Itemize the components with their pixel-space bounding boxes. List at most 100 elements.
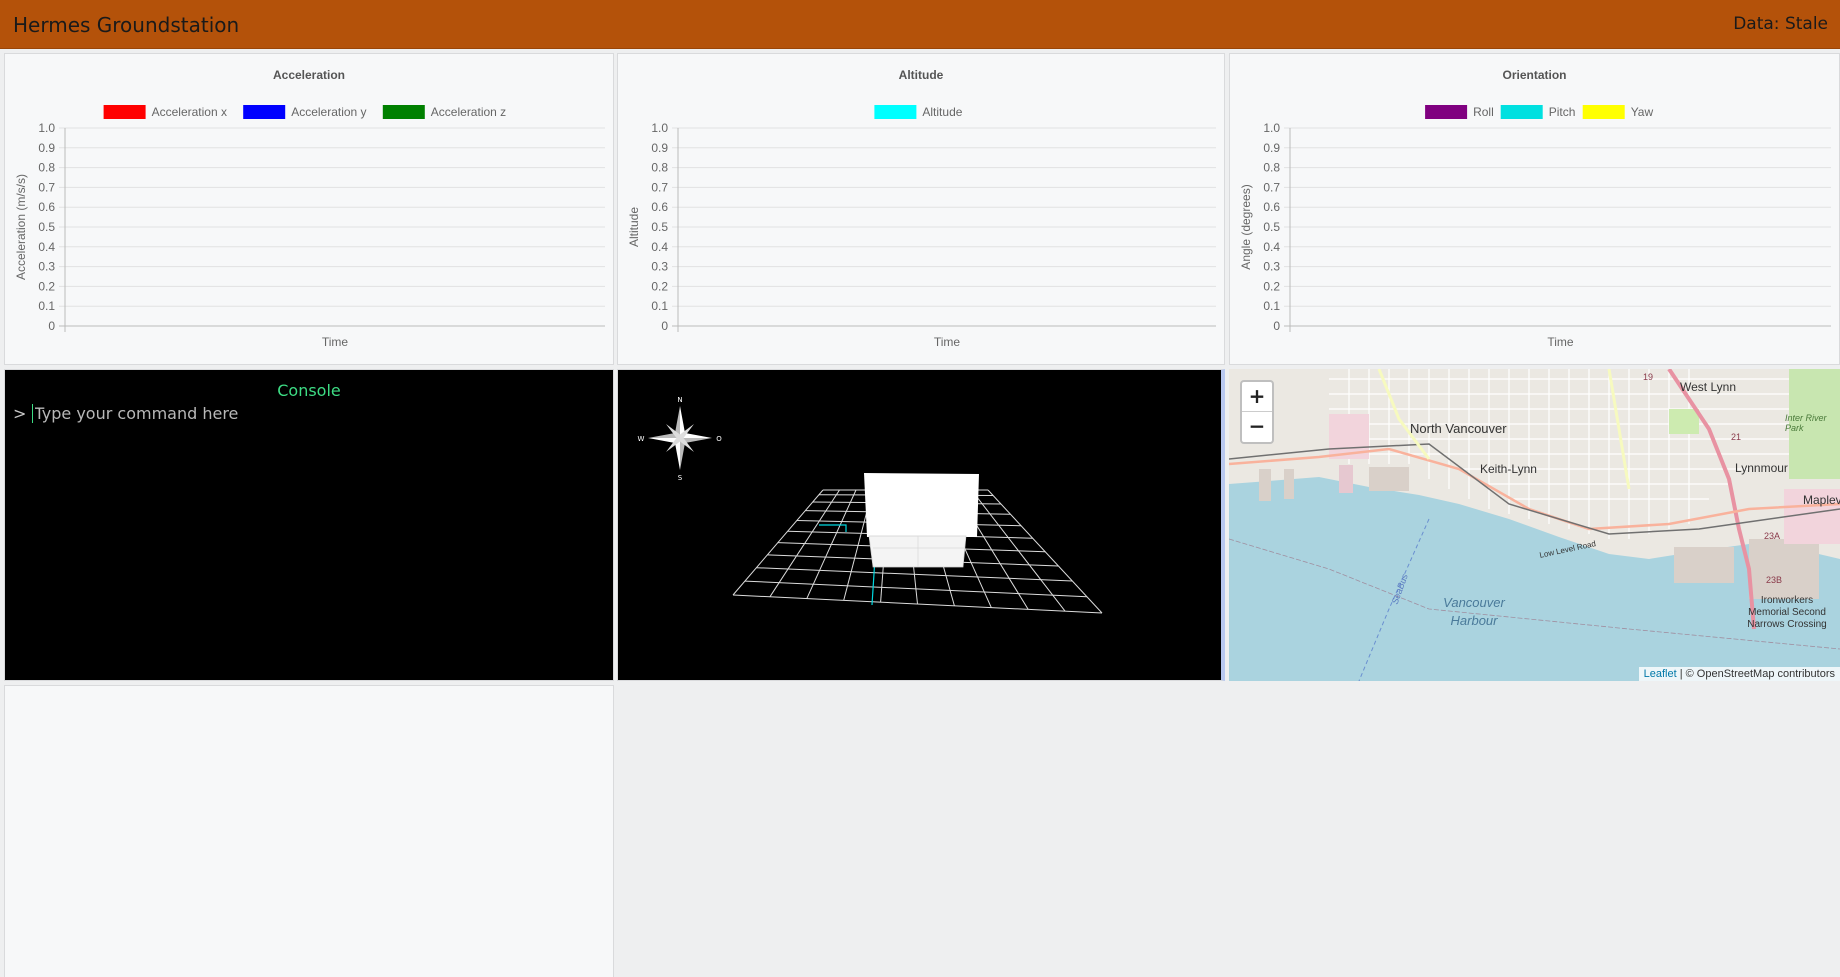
console-panel: Console > <box>4 369 614 681</box>
console-command-input[interactable] <box>31 404 435 423</box>
zoom-in-button[interactable]: + <box>1242 382 1272 412</box>
map-label-west-lynn: West Lynn <box>1680 380 1737 394</box>
map-tiles <box>1229 369 1840 681</box>
y-tick-label: 0.2 <box>1263 279 1280 293</box>
legend-label[interactable]: Yaw <box>1631 105 1654 119</box>
altitude-chart: Altitude Altitude 0 0.1 0.2 0.3 0.4 0.5 0.6 0.7 0.… <box>627 68 1216 349</box>
y-tick-label: 0.5 <box>1263 220 1280 234</box>
map-label-route-19: 19 <box>1643 372 1654 382</box>
orientation-chart-panel: Orientation Roll Pitch Yaw 0 0.1 0.2 0.3 0.4 0.5 0… <box>1229 53 1840 365</box>
y-tick-label: 0.1 <box>38 299 55 313</box>
y-axis-label: Angle (degrees) <box>1239 184 1253 269</box>
y-tick-label: 0.4 <box>651 240 668 254</box>
legend-label[interactable]: Altitude <box>922 105 962 119</box>
osm-attribution: | © OpenStreetMap contributors <box>1676 668 1835 680</box>
y-tick-label: 1.0 <box>651 121 668 135</box>
altitude-chart-panel: Altitude Altitude 0 0.1 0.2 0.3 0.4 0.5 0.6 0.7 0.… <box>617 53 1225 365</box>
y-tick-label: 0.2 <box>38 279 55 293</box>
y-tick-label: 0 <box>1273 319 1280 333</box>
y-tick-label: 0 <box>48 319 55 333</box>
console-prompt: > <box>13 404 27 423</box>
y-tick-label: 0.8 <box>651 161 668 175</box>
app-title: Hermes Groundstation <box>13 13 240 37</box>
y-tick-label: 0 <box>661 319 668 333</box>
orientation-chart: Orientation Roll Pitch Yaw 0 0.1 0.2 0.3 0.4 0.5 0… <box>1239 68 1831 349</box>
console-line: > <box>13 404 435 423</box>
y-tick-label: 0.5 <box>651 220 668 234</box>
y-axis-label: Acceleration (m/s/s) <box>14 174 28 280</box>
compass-north: N <box>677 396 682 404</box>
legend-label[interactable]: Acceleration y <box>291 105 366 119</box>
console-title: Console <box>277 381 341 400</box>
chart-title: Acceleration <box>273 68 345 82</box>
y-tick-label: 0.6 <box>38 200 55 214</box>
map-label-route-21: 21 <box>1731 432 1742 442</box>
orientation-3d-view[interactable]: N S W O <box>617 369 1225 681</box>
data-status: Data: Stale <box>1733 14 1828 34</box>
chart-title: Altitude <box>899 68 944 82</box>
app-header: Hermes Groundstation Data: Stale <box>0 0 1840 49</box>
zoom-out-button[interactable]: − <box>1242 412 1272 441</box>
acceleration-chart: Acceleration Acceleration x Acceleration y… <box>14 68 605 349</box>
legend-label[interactable]: Roll <box>1473 105 1494 119</box>
y-tick-label: 0.6 <box>1263 200 1280 214</box>
map-label-vancouver-harbour: Vancouver Harbour <box>1443 595 1505 628</box>
map-label-ironworkers: Ironworkers Memorial Second Narrows Cros… <box>1747 595 1827 630</box>
map-label-route-23b: 23B <box>1766 575 1783 585</box>
grid-line <box>744 580 1087 598</box>
rocket-3d-scene: N S W O <box>638 396 1103 614</box>
map-label-keith-lynn: Keith-Lynn <box>1480 462 1537 476</box>
y-tick-label: 0.5 <box>38 220 55 234</box>
acceleration-chart-panel: Acceleration Acceleration x Acceleration y… <box>4 53 614 365</box>
x-axis-label: Time <box>934 335 961 349</box>
y-tick-label: 0.9 <box>38 141 55 155</box>
legend-swatch <box>1582 105 1625 119</box>
y-tick-label: 0.3 <box>38 260 55 274</box>
y-tick-label: 0.1 <box>1263 299 1280 313</box>
legend-swatch <box>874 105 917 119</box>
y-tick-label: 0.7 <box>38 180 55 194</box>
y-tick-label: 0.8 <box>38 161 55 175</box>
x-axis-label: Time <box>1547 335 1574 349</box>
y-tick-label: 0.8 <box>1263 161 1280 175</box>
compass-rose-icon: N S W O <box>638 396 723 482</box>
compass-south: S <box>678 474 683 482</box>
x-axis-label: Time <box>322 335 349 349</box>
map-zoom-control: + − <box>1240 380 1274 444</box>
y-tick-label: 0.7 <box>1263 180 1280 194</box>
legend-swatch <box>1425 105 1468 119</box>
rocket-body <box>864 473 979 568</box>
legend-swatch <box>103 105 146 119</box>
legend-label[interactable]: Acceleration z <box>431 105 506 119</box>
compass-west: W <box>638 435 645 443</box>
y-tick-label: 0.6 <box>651 200 668 214</box>
map-label-lynnmour: Lynnmour <box>1735 461 1788 475</box>
y-tick-label: 0.1 <box>651 299 668 313</box>
legend-swatch <box>1500 105 1543 119</box>
grid-line <box>732 594 1103 614</box>
map-label-route-23a: 23A <box>1764 531 1781 541</box>
y-tick-label: 0.7 <box>651 180 668 194</box>
legend-swatch <box>382 105 425 119</box>
y-tick-label: 1.0 <box>38 121 55 135</box>
y-tick-label: 0.4 <box>1263 240 1280 254</box>
map-attribution: Leaflet | © OpenStreetMap contributors <box>1638 667 1840 681</box>
y-tick-label: 0.3 <box>1263 260 1280 274</box>
y-tick-label: 0.9 <box>1263 141 1280 155</box>
empty-panel-left <box>4 685 614 977</box>
map-view[interactable]: North Vancouver West Lynn Keith-Lynn Lyn… <box>1229 369 1840 681</box>
legend-label[interactable]: Pitch <box>1549 105 1576 119</box>
map-label-north-vancouver: North Vancouver <box>1410 421 1507 436</box>
y-tick-label: 1.0 <box>1263 121 1280 135</box>
y-tick-label: 0.3 <box>651 260 668 274</box>
y-tick-label: 0.9 <box>651 141 668 155</box>
legend-label[interactable]: Acceleration x <box>152 105 227 119</box>
legend-swatch <box>243 105 286 119</box>
y-axis-label: Altitude <box>627 207 641 247</box>
map-label-maplev: Maplev <box>1803 493 1840 507</box>
chart-title: Orientation <box>1502 68 1566 82</box>
leaflet-link[interactable]: Leaflet <box>1644 668 1677 680</box>
y-tick-label: 0.4 <box>38 240 55 254</box>
y-tick-label: 0.2 <box>651 279 668 293</box>
compass-east: O <box>716 435 722 443</box>
